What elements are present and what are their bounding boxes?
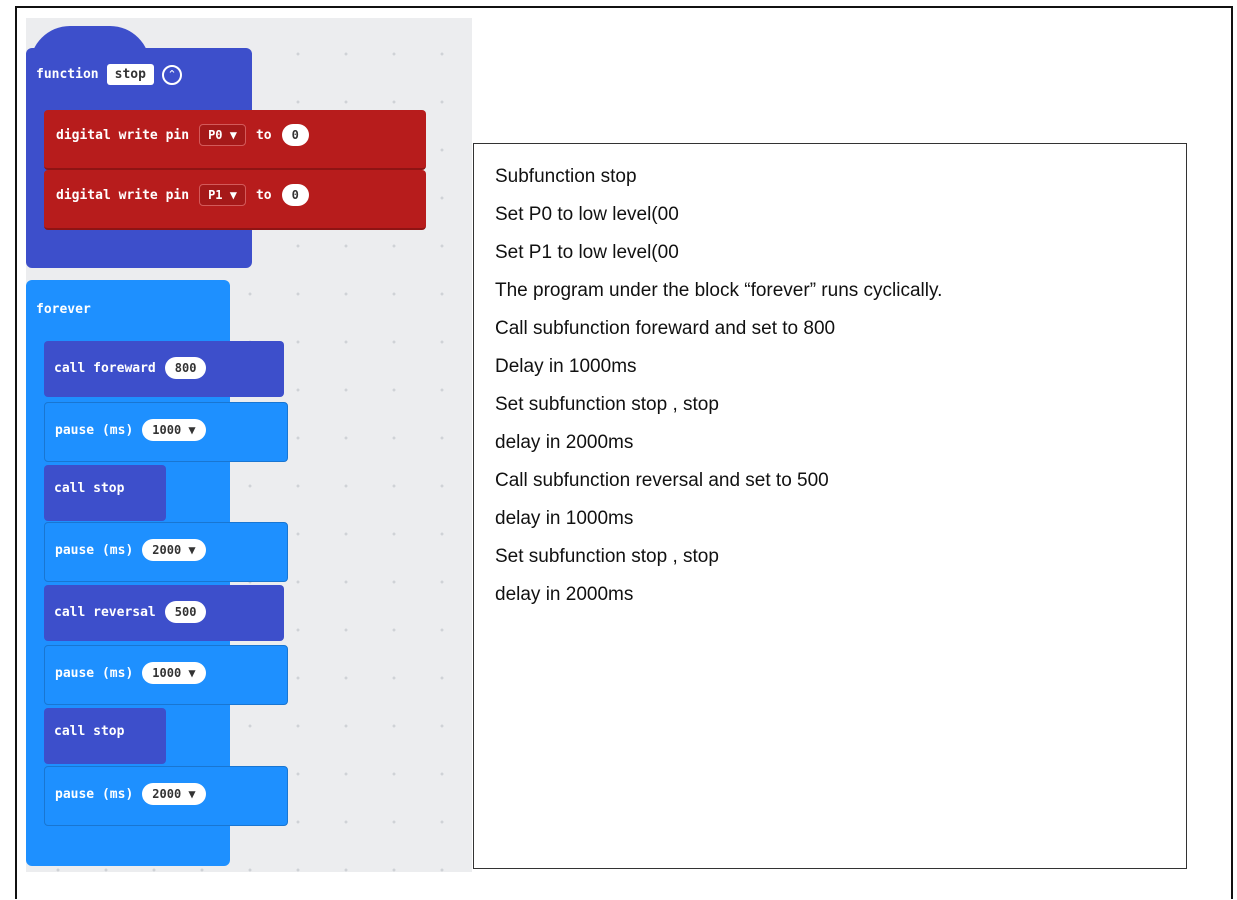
collapse-icon[interactable]: ⌃	[161, 64, 182, 85]
digital-write-block-p1[interactable]: digital write pin P1 ▼ to 0	[44, 170, 426, 230]
pin-dropdown[interactable]: P1 ▼	[199, 184, 246, 206]
call-value[interactable]: 500	[164, 601, 207, 623]
to-label: to	[255, 127, 272, 143]
pin-dropdown[interactable]: P0 ▼	[199, 124, 246, 146]
pause-label: pause (ms)	[55, 542, 134, 558]
call-label: call foreward	[54, 360, 156, 376]
note-line: The program under the block “forever” ru…	[495, 280, 943, 301]
call-label: call reversal	[54, 604, 156, 620]
call-label: call stop	[54, 724, 125, 739]
pause-block-2000[interactable]: pause (ms) 2000 ▼	[44, 766, 288, 826]
pause-label: pause (ms)	[55, 665, 134, 681]
note-line: Set subfunction stop , stop	[495, 546, 719, 567]
call-reversal-block[interactable]: call reversal 500	[44, 585, 284, 641]
value-input[interactable]: 0	[281, 124, 309, 146]
to-label: to	[255, 187, 272, 203]
digital-write-row: digital write pin P0 ▼ to 0	[56, 124, 309, 146]
note-line: delay in 2000ms	[495, 432, 634, 453]
call-stop-block[interactable]: call stop	[44, 708, 166, 764]
step-row: call foreward 800	[54, 357, 207, 379]
digital-write-row: digital write pin P1 ▼ to 0	[56, 184, 309, 206]
step-row: pause (ms) 1000 ▼	[55, 419, 206, 441]
note-line: delay in 2000ms	[495, 584, 634, 605]
value-input[interactable]: 0	[281, 184, 309, 206]
step-row: call stop	[54, 724, 124, 739]
step-row: pause (ms) 2000 ▼	[55, 539, 206, 561]
pause-block-2000[interactable]: pause (ms) 2000 ▼	[44, 522, 288, 582]
function-keyword: function	[36, 67, 99, 82]
pause-value-dropdown[interactable]: 2000 ▼	[142, 539, 206, 561]
digital-write-label: digital write pin	[56, 187, 190, 203]
pause-value-dropdown[interactable]: 1000 ▼	[142, 662, 206, 684]
call-label: call stop	[54, 481, 125, 496]
step-row: pause (ms) 1000 ▼	[55, 662, 206, 684]
note-line: delay in 1000ms	[495, 508, 634, 529]
pause-label: pause (ms)	[55, 786, 134, 802]
note-line: Set subfunction stop , stop	[495, 394, 719, 415]
forever-label: forever	[36, 302, 91, 317]
function-name-field[interactable]: stop	[106, 64, 154, 85]
step-row: call stop	[54, 481, 124, 496]
note-line: Set P0 to low level(00	[495, 204, 679, 225]
digital-write-block-p0[interactable]: digital write pin P0 ▼ to 0	[44, 110, 426, 170]
pause-value-dropdown[interactable]: 2000 ▼	[142, 783, 206, 805]
note-line: Delay in 1000ms	[495, 356, 637, 377]
note-line: Set P1 to low level(00	[495, 242, 679, 263]
call-stop-block[interactable]: call stop	[44, 465, 166, 521]
note-line: Call subfunction reversal and set to 500	[495, 470, 829, 491]
pause-value-dropdown[interactable]: 1000 ▼	[142, 419, 206, 441]
step-row: pause (ms) 2000 ▼	[55, 783, 206, 805]
note-line: Call subfunction foreward and set to 800	[495, 318, 836, 339]
digital-write-label: digital write pin	[56, 127, 190, 143]
description-panel: Subfunction stop Set P0 to low level(00 …	[473, 143, 1187, 869]
step-row: call reversal 500	[54, 601, 207, 623]
pause-block-1000[interactable]: pause (ms) 1000 ▼	[44, 402, 288, 462]
call-foreward-block[interactable]: call foreward 800	[44, 341, 284, 397]
function-header: function stop ⌃	[36, 64, 182, 85]
pause-block-1000[interactable]: pause (ms) 1000 ▼	[44, 645, 288, 705]
note-line: Subfunction stop	[495, 166, 637, 187]
pause-label: pause (ms)	[55, 422, 134, 438]
call-value[interactable]: 800	[164, 357, 207, 379]
